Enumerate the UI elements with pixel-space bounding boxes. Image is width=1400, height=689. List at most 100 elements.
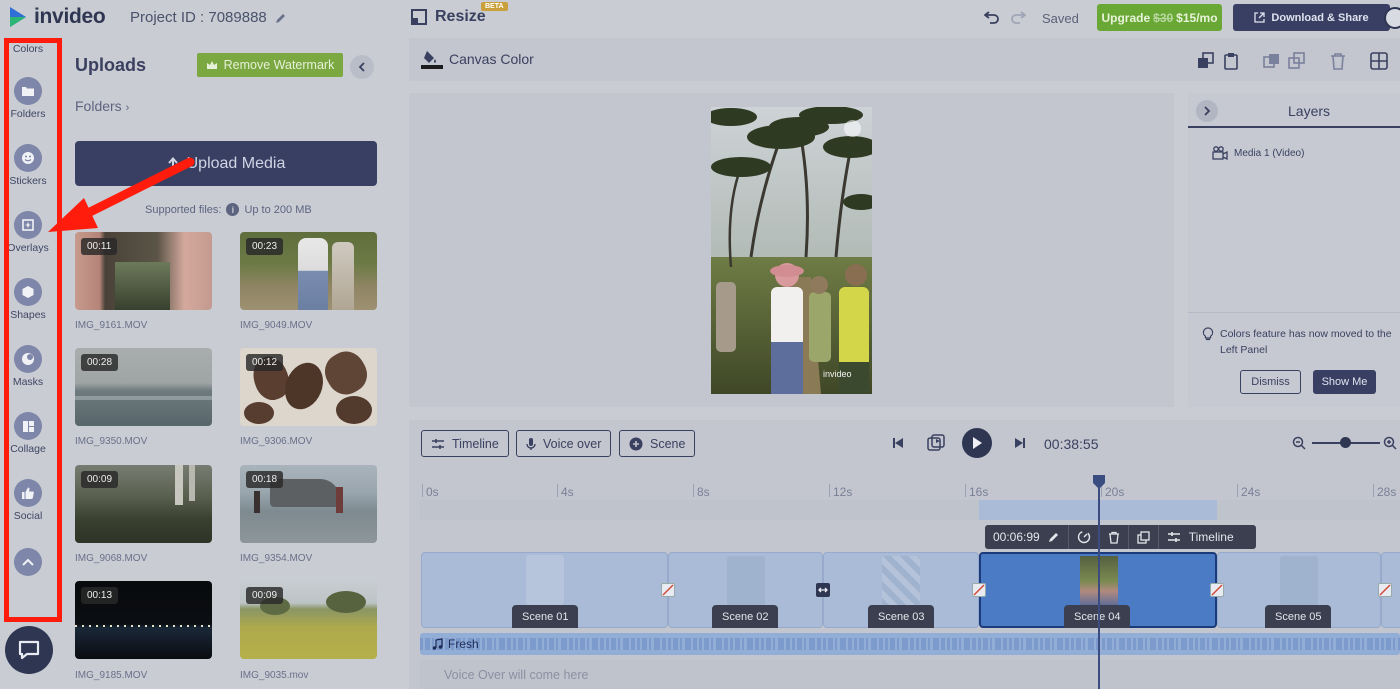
voice-over-placeholder: Voice Over will come here: [444, 668, 589, 682]
avatar[interactable]: [1384, 7, 1400, 29]
scene-duration-edit[interactable]: 00:06:99: [985, 525, 1069, 549]
audio-track[interactable]: [420, 633, 1400, 655]
transition-none-icon[interactable]: [1210, 583, 1224, 597]
ruler-tick: [829, 484, 830, 497]
range-bar[interactable]: [420, 500, 1400, 520]
voice-over-button[interactable]: Voice over: [516, 430, 612, 457]
resize-button[interactable]: Resize: [411, 8, 486, 26]
file-name: IMG_9185.MOV: [75, 670, 148, 681]
duration-badge: 00:28: [81, 354, 119, 371]
upload-thumbnail[interactable]: 00:12: [240, 348, 377, 426]
microphone-icon: [526, 437, 536, 450]
duplicate-icon[interactable]: [1263, 52, 1281, 70]
scene-label-5: Scene 05: [1265, 605, 1332, 628]
upload-thumbnail[interactable]: 00:13: [75, 581, 212, 659]
project-id[interactable]: Project ID : 7089888: [130, 9, 287, 26]
layers-divider: [1188, 312, 1400, 313]
resize-label: Resize: [435, 8, 486, 25]
playhead-line[interactable]: [1098, 480, 1100, 689]
file-name: IMG_9354.MOV: [240, 553, 313, 564]
zoom-slider-handle[interactable]: [1340, 437, 1351, 448]
folders-breadcrumb[interactable]: Folders ›: [75, 98, 129, 114]
info-icon[interactable]: i: [226, 203, 240, 216]
ruler-label: 0s: [426, 485, 439, 499]
share-icon: [1254, 12, 1266, 23]
invideo-logo[interactable]: invideo: [8, 5, 106, 29]
ruler-label: 28s: [1377, 485, 1397, 499]
ruler-label: 16s: [969, 485, 989, 499]
download-share-button[interactable]: Download & Share: [1233, 4, 1390, 31]
trash-icon[interactable]: [1330, 52, 1346, 70]
collapse-panel-button[interactable]: [350, 55, 374, 79]
upload-thumbnail[interactable]: 00:09: [75, 465, 212, 543]
transition-none-icon[interactable]: [1378, 583, 1392, 597]
playhead-handle[interactable]: [1093, 475, 1105, 489]
annotation-arrow: [48, 157, 195, 232]
paste-icon[interactable]: [1222, 52, 1240, 70]
scene-timeline-button[interactable]: Timeline: [1159, 525, 1242, 549]
current-time: 00:38:55: [1044, 436, 1099, 452]
transition-none-icon[interactable]: [972, 583, 986, 597]
skip-forward-icon[interactable]: [1014, 437, 1026, 449]
zoom-out-icon[interactable]: [1292, 436, 1306, 450]
scene-label-3: Scene 03: [868, 605, 935, 628]
upload-thumbnail[interactable]: 00:23: [240, 232, 377, 310]
upload-thumbnail[interactable]: 00:18: [240, 465, 377, 543]
chat-support-button[interactable]: [5, 626, 53, 674]
show-me-button[interactable]: Show Me: [1313, 370, 1376, 394]
scene-duplicate-button[interactable]: [1129, 525, 1159, 549]
crown-icon: [206, 61, 217, 69]
annotation-highlight-box: [4, 38, 62, 622]
copy-icon: [1137, 530, 1150, 544]
transition-none-icon[interactable]: [661, 583, 675, 597]
transition-swap-icon[interactable]: [816, 583, 830, 597]
add-scene-button[interactable]: Scene: [619, 430, 696, 457]
grid-icon[interactable]: [1370, 52, 1388, 70]
layers-expand-button[interactable]: [1196, 100, 1218, 122]
music-note-icon: [432, 638, 443, 650]
file-name: IMG_9306.MOV: [240, 436, 313, 447]
scene-delete-button[interactable]: [1100, 525, 1129, 549]
pencil-icon[interactable]: [275, 12, 287, 24]
play-button[interactable]: [962, 428, 992, 458]
undo-icon[interactable]: [984, 10, 1000, 24]
zoom-in-icon[interactable]: [1383, 436, 1397, 450]
plus-circle-icon: [629, 437, 643, 450]
video-preview[interactable]: invideo: [711, 107, 872, 394]
dismiss-button[interactable]: Dismiss: [1240, 370, 1301, 394]
chat-icon: [18, 640, 40, 660]
timeline-button[interactable]: Timeline: [421, 430, 509, 457]
scene-duration: 00:06:99: [993, 530, 1040, 544]
loop-icon[interactable]: [927, 434, 945, 452]
remove-watermark-button[interactable]: Remove Watermark: [197, 53, 343, 77]
chevron-right-icon: [1204, 106, 1211, 116]
bring-forward-icon[interactable]: [1197, 52, 1215, 70]
layer-item-media[interactable]: Media 1 (Video): [1212, 146, 1304, 160]
send-backward-icon[interactable]: [1288, 52, 1306, 70]
ruler-label: 4s: [561, 485, 574, 499]
duration-badge: 00:18: [246, 471, 284, 488]
audio-track-label: Fresh: [432, 637, 479, 651]
ruler-tick: [965, 484, 966, 497]
saved-status: Saved: [1042, 11, 1079, 26]
chevron-left-icon: [358, 62, 365, 72]
canvas-color-button[interactable]: Canvas Color: [421, 48, 534, 70]
redo-icon[interactable]: [1010, 10, 1026, 24]
audio-waveform: [420, 638, 1400, 650]
upgrade-button[interactable]: Upgrade $30 $15/mo: [1097, 4, 1222, 31]
skip-back-icon[interactable]: [892, 437, 904, 449]
video-camera-icon: [1212, 146, 1228, 160]
watermark-badge: [844, 120, 861, 137]
file-name: IMG_9035.mov: [240, 670, 309, 681]
scene-toolbar: 00:06:99 Timeline: [985, 525, 1256, 549]
scene-label-1: Scene 01: [512, 605, 579, 628]
file-name: IMG_9049.MOV: [240, 320, 313, 331]
beta-badge: BETA: [481, 2, 508, 11]
upload-thumbnail[interactable]: 00:11: [75, 232, 212, 310]
upload-thumbnail[interactable]: 00:28: [75, 348, 212, 426]
timeline-icon: [432, 438, 444, 449]
file-name: IMG_9161.MOV: [75, 320, 148, 331]
upload-thumbnail[interactable]: 00:09: [240, 581, 377, 659]
colors-moved-notice: Colors feature has now moved to the Left…: [1202, 326, 1400, 358]
scene-speed-button[interactable]: [1069, 525, 1100, 549]
